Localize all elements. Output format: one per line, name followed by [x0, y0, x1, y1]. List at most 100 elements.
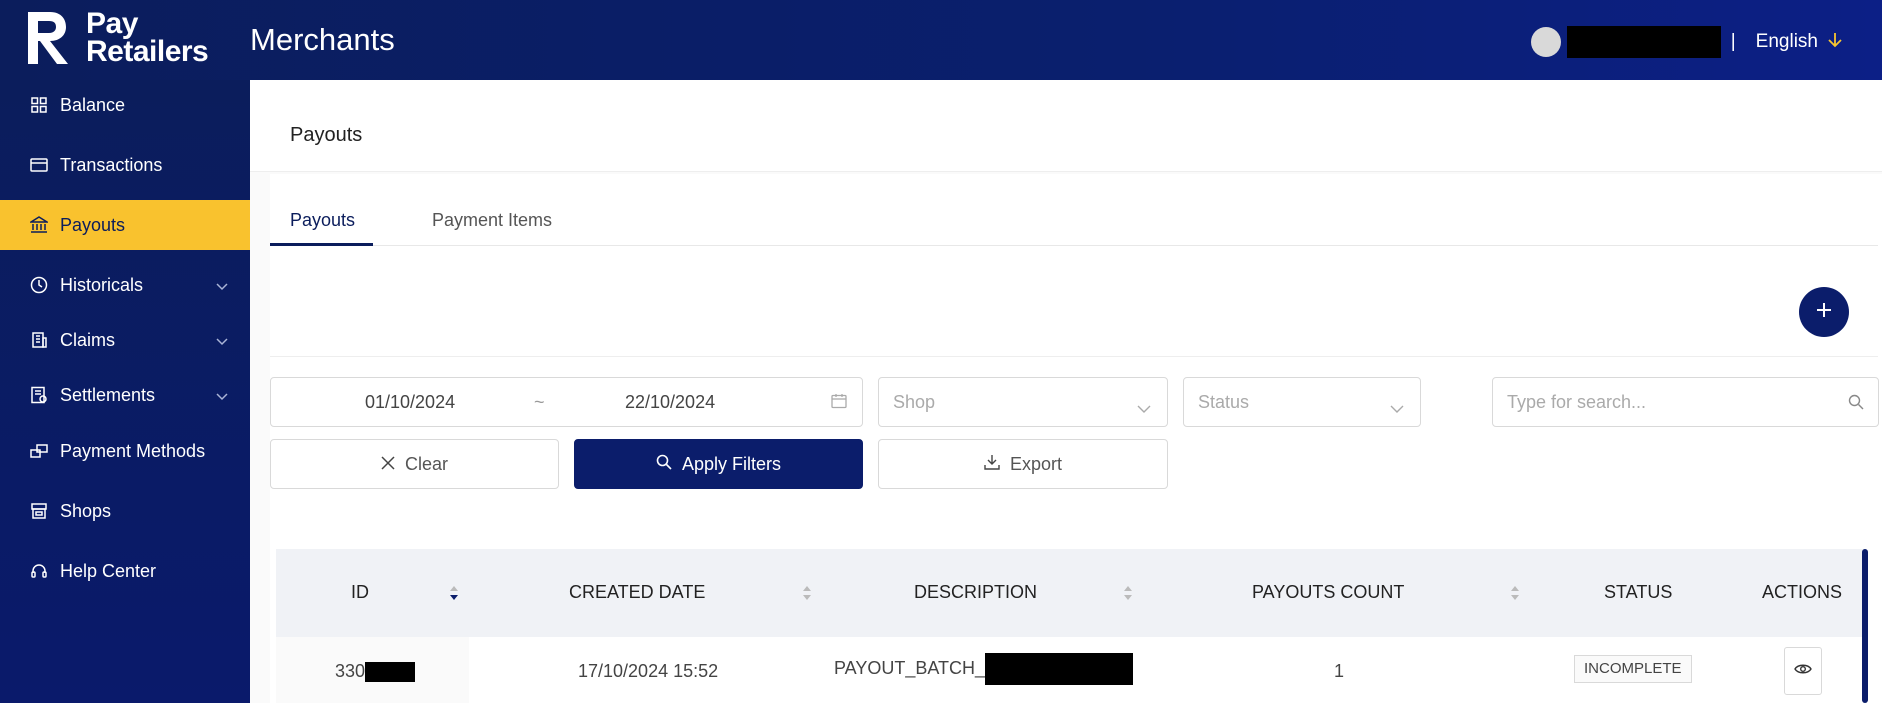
- logo-text-line1: Pay: [86, 7, 138, 40]
- status-select[interactable]: Status: [1183, 377, 1421, 427]
- search-input[interactable]: Type for search...: [1492, 377, 1879, 427]
- download-icon: [984, 454, 1010, 475]
- header-separator: |: [1730, 31, 1736, 52]
- date-range-picker[interactable]: 01/10/2024 ~ 22/10/2024: [270, 377, 863, 427]
- avatar[interactable]: [1530, 27, 1561, 57]
- sidebar-item-label: Transactions: [60, 154, 163, 175]
- chevron-down-icon[interactable]: [216, 275, 228, 296]
- payretailers-logo[interactable]: Pay Retailers: [26, 7, 209, 68]
- sort-icon[interactable]: [802, 585, 812, 601]
- table-row[interactable]: 330 17/10/2024 15:52 PAYOUT_BATCH_ 1 INC…: [276, 637, 1866, 703]
- sidebar-item-label: Historicals: [60, 274, 144, 295]
- tab-payment-items[interactable]: Payment Items: [432, 210, 552, 231]
- eye-icon: [1794, 662, 1812, 680]
- tab-payouts[interactable]: Payouts: [290, 210, 355, 231]
- language-selector[interactable]: English: [1756, 31, 1818, 53]
- row-payouts-count: 1: [1334, 661, 1345, 681]
- sidebar-item-label: Payment Methods: [60, 440, 206, 461]
- sidebar-item-label: Help Center: [60, 560, 157, 581]
- receipt-icon: [30, 386, 48, 404]
- plus-icon: [1815, 301, 1833, 324]
- clock-icon: [30, 276, 48, 294]
- redacted-description: [985, 653, 1134, 685]
- search-icon: [1848, 394, 1864, 415]
- redacted-id: [365, 662, 416, 683]
- sidebar-item-label: Payouts: [60, 214, 126, 235]
- sidebar: Balance Transactions Payouts Historicals…: [0, 80, 250, 703]
- column-header-payouts-count[interactable]: PAYOUTS COUNT: [1252, 582, 1404, 603]
- calendar-icon[interactable]: [831, 393, 847, 414]
- export-button[interactable]: Export: [878, 439, 1168, 489]
- sidebar-item-transactions[interactable]: Transactions: [0, 140, 250, 190]
- close-icon: [381, 454, 405, 475]
- export-button-label: Export: [1009, 453, 1063, 474]
- divider: [270, 356, 1878, 357]
- tabs: Payouts Payment Items: [270, 196, 1878, 246]
- clear-button[interactable]: Clear: [270, 439, 559, 489]
- sidebar-item-shops[interactable]: Shops: [0, 486, 250, 536]
- app-title: Merchants: [250, 22, 395, 57]
- building-icon: [30, 331, 48, 349]
- user-area: | English: [1530, 26, 1842, 58]
- headset-icon: [30, 562, 48, 580]
- redacted-username[interactable]: [1566, 26, 1721, 58]
- row-description-visible: PAYOUT_BATCH_: [834, 657, 986, 678]
- sidebar-item-label: Shops: [60, 500, 112, 521]
- logo-text-line2: Retailers: [86, 35, 209, 68]
- sort-icon[interactable]: [1510, 585, 1520, 601]
- sidebar-item-label: Settlements: [60, 384, 156, 405]
- sidebar-item-historicals[interactable]: Historicals: [0, 260, 250, 310]
- add-payout-button[interactable]: [1799, 287, 1849, 337]
- chevron-down-icon: [1137, 397, 1151, 418]
- payouts-table: ID CREATED DATE DESCRIPTION PAYOUTS COUN…: [276, 549, 1866, 703]
- column-header-status: STATUS: [1604, 582, 1673, 602]
- top-bar: Pay Retailers Merchants | English: [0, 0, 1882, 80]
- date-start-input[interactable]: 01/10/2024: [365, 392, 455, 413]
- sidebar-item-label: Claims: [60, 329, 116, 350]
- date-range-separator: ~: [534, 391, 545, 412]
- table-scrollbar[interactable]: [1862, 549, 1868, 703]
- shop-icon: [30, 502, 48, 520]
- sidebar-item-payment-methods[interactable]: Payment Methods: [0, 426, 250, 476]
- sidebar-item-help-center[interactable]: Help Center: [0, 546, 250, 596]
- table-header: ID CREATED DATE DESCRIPTION PAYOUTS COUN…: [276, 549, 1866, 637]
- row-id: 330: [335, 661, 416, 683]
- cards-stack-icon: [30, 442, 48, 460]
- search-placeholder: Type for search...: [1507, 391, 1647, 412]
- search-icon: [656, 454, 682, 475]
- card-icon: [30, 156, 48, 174]
- chevron-down-icon: [1390, 397, 1404, 418]
- column-header-actions: ACTIONS: [1762, 582, 1843, 602]
- sort-icon[interactable]: [1123, 585, 1133, 601]
- sidebar-item-label: Balance: [60, 94, 126, 115]
- date-end-input[interactable]: 22/10/2024: [625, 392, 715, 413]
- status-badge: INCOMPLETE: [1574, 655, 1692, 683]
- sidebar-item-settlements[interactable]: Settlements: [0, 370, 250, 420]
- column-header-id[interactable]: ID: [351, 582, 369, 603]
- page-title: Payouts: [290, 124, 363, 146]
- grid-icon: [30, 96, 48, 114]
- status-select-placeholder: Status: [1198, 391, 1250, 412]
- column-header-created-date[interactable]: CREATED DATE: [569, 582, 705, 603]
- shop-select-placeholder: Shop: [893, 391, 936, 412]
- column-header-description[interactable]: DESCRIPTION: [914, 582, 1037, 603]
- active-tab-indicator: [270, 243, 373, 246]
- row-description: PAYOUT_BATCH_: [834, 653, 1134, 685]
- chevron-down-icon[interactable]: [216, 385, 228, 406]
- row-id-visible: 330: [335, 661, 366, 681]
- view-details-button[interactable]: [1784, 647, 1822, 695]
- logo-mark-icon: [26, 10, 70, 66]
- shop-select[interactable]: Shop: [878, 377, 1168, 427]
- arrow-down-icon[interactable]: [1828, 31, 1842, 54]
- sidebar-item-balance[interactable]: Balance: [0, 80, 250, 130]
- apply-filters-button[interactable]: Apply Filters: [574, 439, 863, 489]
- sidebar-item-payouts[interactable]: Payouts: [0, 200, 250, 250]
- logo-text: Pay Retailers: [86, 7, 209, 68]
- apply-filters-label: Apply Filters: [681, 453, 782, 474]
- sort-icon[interactable]: [449, 585, 459, 601]
- row-created-date: 17/10/2024 15:52: [578, 661, 719, 681]
- sidebar-item-claims[interactable]: Claims: [0, 315, 250, 365]
- page-header: Payouts: [250, 80, 1882, 172]
- chevron-down-icon[interactable]: [216, 330, 228, 351]
- clear-button-label: Clear: [404, 453, 448, 474]
